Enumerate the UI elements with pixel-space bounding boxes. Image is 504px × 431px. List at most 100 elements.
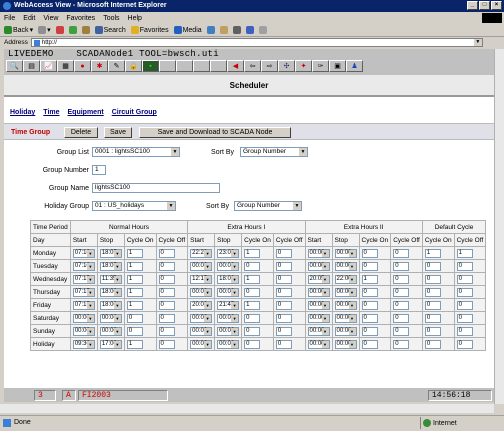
cycle-off-input[interactable]: 0: [275, 287, 292, 297]
search-tool-icon[interactable]: 🔍: [6, 60, 23, 72]
lock-icon[interactable]: 🔒: [125, 60, 142, 72]
stop-time-select[interactable]: 00:00 ▼: [334, 261, 357, 271]
default-cycle-on-input[interactable]: 1: [424, 248, 441, 258]
default-cycle-on-input[interactable]: 0: [424, 300, 441, 310]
stop-time-select[interactable]: 17:00 ▼: [99, 339, 122, 349]
vertical-scrollbar[interactable]: [494, 49, 504, 404]
group-name-input[interactable]: lightsSC100: [92, 183, 220, 193]
cycle-off-input[interactable]: 0: [275, 313, 292, 323]
holiday-group-select[interactable]: 01 : US_holidays ▼: [92, 201, 176, 211]
default-cycle-off-input[interactable]: 0: [456, 287, 473, 297]
cycle-on-input[interactable]: 0: [244, 287, 261, 297]
cycle-off-input[interactable]: 0: [158, 313, 175, 323]
start-time-select[interactable]: 00:00 ▼: [72, 326, 95, 336]
media-button[interactable]: Media: [173, 26, 202, 34]
start-time-select[interactable]: 00:00 ▼: [307, 287, 330, 297]
stop-time-select[interactable]: 00:00 ▼: [334, 326, 357, 336]
stop-time-select[interactable]: 00:00 ▼: [334, 287, 357, 297]
cycle-off-input[interactable]: 0: [158, 339, 175, 349]
forward-button[interactable]: ▾: [38, 26, 51, 34]
default-cycle-off-input[interactable]: 0: [456, 274, 473, 284]
start-time-select[interactable]: 00:00 ▼: [307, 339, 330, 349]
edit-icon[interactable]: [245, 26, 254, 34]
menu-help[interactable]: Help: [128, 15, 142, 22]
stop-time-select[interactable]: 18:00 ▼: [99, 300, 122, 310]
start-time-select[interactable]: 07:15 ▼: [72, 300, 95, 310]
nav-circuit-group[interactable]: Circuit Group: [112, 109, 157, 116]
cycle-on-input[interactable]: 1: [244, 274, 261, 284]
cycle-on-input[interactable]: 0: [361, 300, 378, 310]
cycle-on-input[interactable]: 1: [126, 261, 143, 271]
stop-time-select[interactable]: 00:00 ▼: [334, 248, 357, 258]
refresh-icon[interactable]: [68, 26, 77, 34]
stop-time-select[interactable]: 23:00 ▼: [217, 248, 240, 258]
cycle-on-input[interactable]: 0: [244, 339, 261, 349]
default-cycle-on-input[interactable]: 0: [424, 274, 441, 284]
cycle-on-input[interactable]: 1: [244, 248, 261, 258]
stop-time-select[interactable]: 18:00 ▼: [99, 287, 122, 297]
nav-time[interactable]: Time: [43, 109, 59, 116]
cycle-on-input[interactable]: 1: [126, 339, 143, 349]
stop-time-select[interactable]: 00:00 ▼: [99, 313, 122, 323]
cycle-on-input[interactable]: 1: [361, 274, 378, 284]
cycle-on-input[interactable]: 0: [244, 313, 261, 323]
cycle-on-input[interactable]: 0: [361, 339, 378, 349]
camera-icon[interactable]: ▣: [329, 60, 346, 72]
back-page-icon[interactable]: ◀: [227, 60, 244, 72]
default-cycle-off-input[interactable]: 0: [456, 261, 473, 271]
cycle-off-input[interactable]: 0: [158, 248, 175, 258]
document-icon[interactable]: ▤: [23, 60, 40, 72]
tool-icon[interactable]: ✎: [108, 60, 125, 72]
prev-icon[interactable]: ⇦: [244, 60, 261, 72]
stop-time-select[interactable]: 00:00 ▼: [217, 287, 240, 297]
start-time-select[interactable]: 00:00 ▼: [307, 248, 330, 258]
discuss-icon[interactable]: [258, 26, 267, 34]
cycle-off-input[interactable]: 0: [393, 313, 410, 323]
start-time-select[interactable]: 00:00 ▼: [307, 313, 330, 323]
stop-time-select[interactable]: 11:35 ▼: [99, 274, 122, 284]
cycle-off-input[interactable]: 0: [393, 248, 410, 258]
start-time-select[interactable]: 07:10 ▼: [72, 261, 95, 271]
cycle-on-input[interactable]: 0: [361, 287, 378, 297]
menu-edit[interactable]: Edit: [23, 15, 35, 22]
stop-time-select[interactable]: 00:00 ▼: [217, 261, 240, 271]
horizontal-scrollbar[interactable]: [0, 404, 494, 413]
group-list-select[interactable]: 0001 : lightsSC100 ▼: [92, 147, 180, 157]
next-icon[interactable]: ⇨: [261, 60, 278, 72]
blank-button[interactable]: [210, 60, 227, 72]
start-time-select[interactable]: 00:00 ▼: [190, 326, 213, 336]
blank-button[interactable]: [159, 60, 176, 72]
nav-equipment[interactable]: Equipment: [68, 109, 104, 116]
history-icon[interactable]: [206, 26, 215, 34]
group-number-input[interactable]: 1: [92, 165, 106, 175]
stop-time-select[interactable]: 00:00 ▼: [217, 326, 240, 336]
print-icon[interactable]: [232, 26, 241, 34]
network-icon[interactable]: ✣: [278, 60, 295, 72]
cycle-off-input[interactable]: 0: [275, 326, 292, 336]
stop-time-select[interactable]: 00:00 ▼: [217, 313, 240, 323]
cycle-off-input[interactable]: 0: [393, 300, 410, 310]
save-download-button[interactable]: Save and Download to SCADA Node: [139, 127, 291, 138]
stop-time-select[interactable]: 22:00 ▼: [334, 274, 357, 284]
alarm-icon[interactable]: ●: [74, 60, 91, 72]
maximize-button[interactable]: □: [479, 1, 490, 10]
cycle-on-input[interactable]: 1: [126, 287, 143, 297]
cycle-on-input[interactable]: 0: [361, 326, 378, 336]
cycle-off-input[interactable]: 0: [393, 326, 410, 336]
user-icon[interactable]: ♟: [346, 60, 363, 72]
cycle-off-input[interactable]: 0: [158, 261, 175, 271]
cycle-off-input[interactable]: 0: [158, 274, 175, 284]
stop-time-select[interactable]: 21:45 ▼: [217, 300, 240, 310]
stop-time-select[interactable]: 00:00 ▼: [217, 339, 240, 349]
cycle-on-input[interactable]: 0: [361, 261, 378, 271]
stop-time-select[interactable]: 00:00 ▼: [334, 339, 357, 349]
start-time-select[interactable]: 00:00 ▼: [307, 300, 330, 310]
terminal-icon[interactable]: ▪: [142, 60, 159, 72]
cycle-off-input[interactable]: 0: [393, 274, 410, 284]
stop-time-select[interactable]: 00:00 ▼: [334, 313, 357, 323]
cycle-off-input[interactable]: 0: [275, 300, 292, 310]
minimize-button[interactable]: _: [467, 1, 478, 10]
start-time-select[interactable]: 20:00 ▼: [190, 300, 213, 310]
default-cycle-off-input[interactable]: 0: [456, 326, 473, 336]
start-time-select[interactable]: 00:00 ▼: [307, 261, 330, 271]
